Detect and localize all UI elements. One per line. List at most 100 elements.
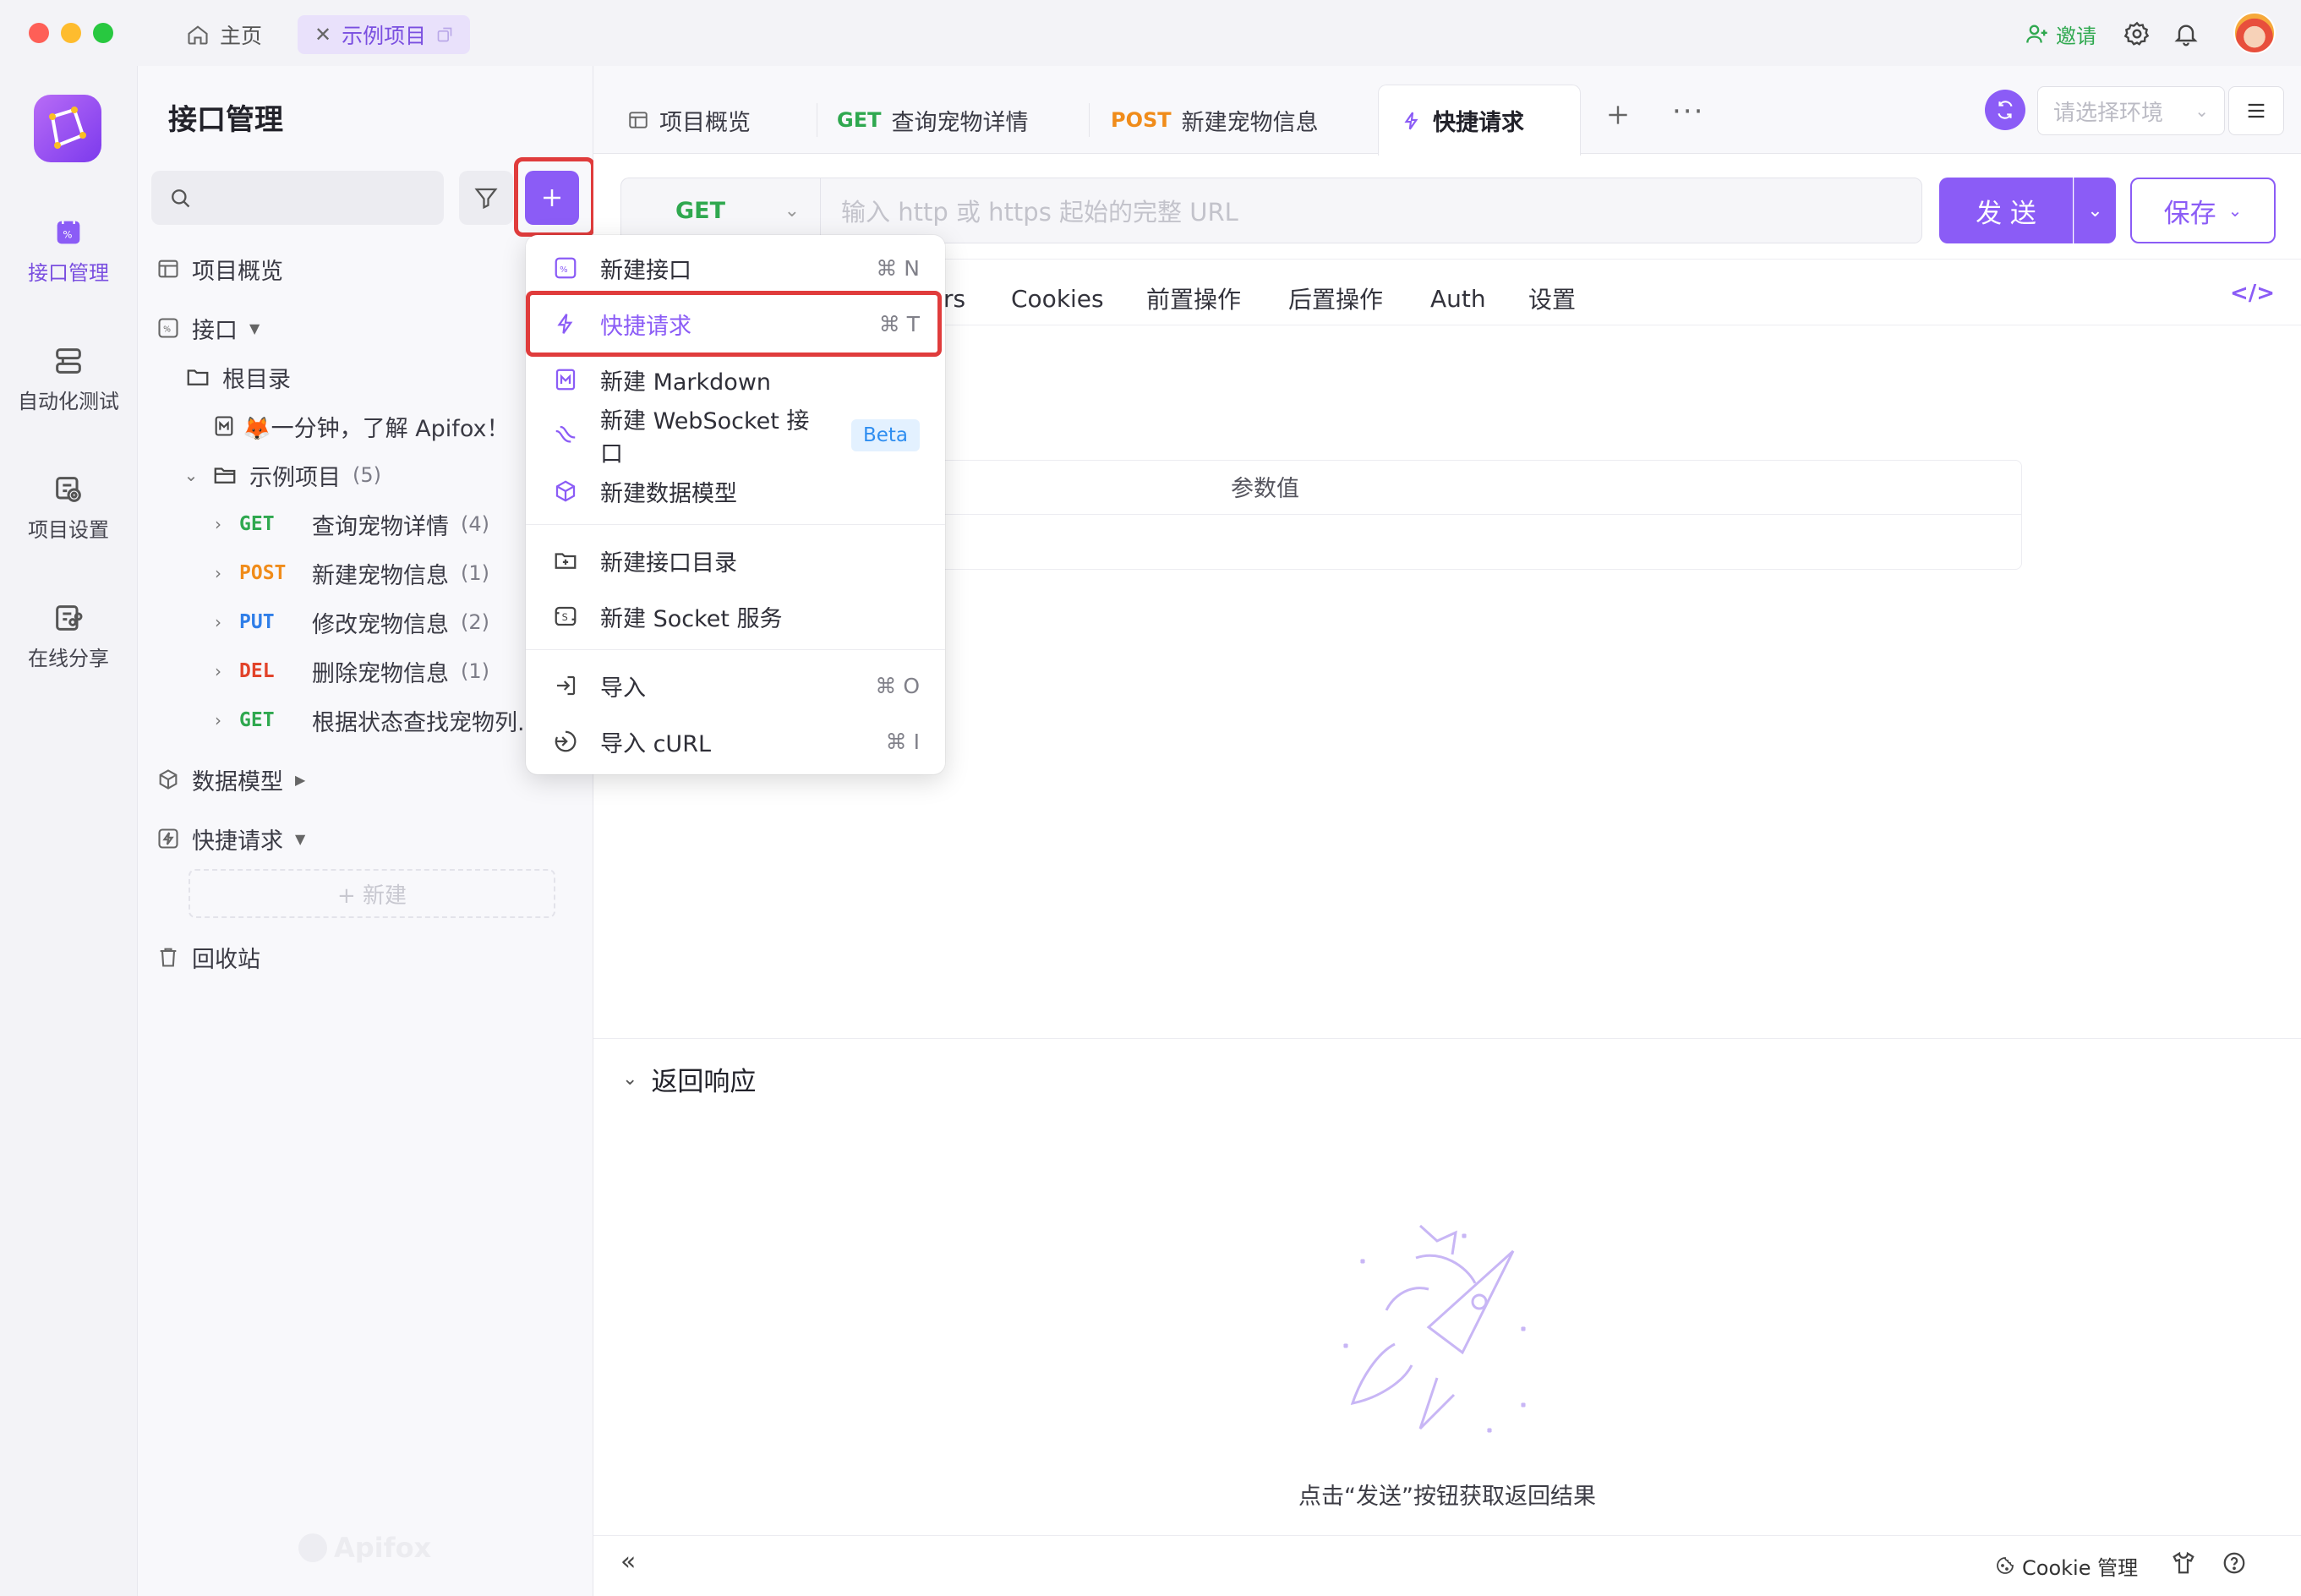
trash-label: 回收站 bbox=[192, 946, 260, 973]
endpoint-count: (2) bbox=[461, 610, 489, 634]
rail-item-automation-test[interactable]: 自动化测试 bbox=[0, 328, 137, 429]
home-tab[interactable]: 主页 bbox=[169, 15, 279, 54]
watermark-label: Apifox bbox=[334, 1532, 432, 1564]
divider bbox=[593, 1038, 2301, 1039]
chevron-right-icon[interactable]: › bbox=[209, 661, 227, 681]
send-options-button[interactable]: ⌄ bbox=[2074, 178, 2116, 243]
sidebar-group-data-models[interactable]: 数据模型 ▶ bbox=[156, 757, 305, 801]
tab-overview[interactable]: 项目概览 bbox=[605, 86, 773, 154]
sidebar-item-overview[interactable]: 项目概览 bbox=[156, 247, 283, 291]
subtab-post-script[interactable]: 后置操作 bbox=[1288, 277, 1383, 320]
project-tab[interactable]: ✕ 示例项目 bbox=[298, 15, 471, 54]
help-icon[interactable] bbox=[2222, 1550, 2247, 1576]
subtab-headers[interactable]: rs bbox=[943, 277, 965, 320]
sidebar-endpoint[interactable]: › DEL 删除宠物信息 (1) bbox=[209, 649, 489, 693]
chevron-right-icon[interactable]: › bbox=[209, 563, 227, 583]
sidebar-endpoint[interactable]: › POST 新建宠物信息 (1) bbox=[209, 551, 489, 595]
folder-count: (5) bbox=[353, 463, 381, 487]
subtab-pre-script[interactable]: 前置操作 bbox=[1146, 277, 1241, 320]
tab-method: GET bbox=[837, 108, 882, 132]
new-quick-request-button[interactable]: + 新建 bbox=[189, 869, 555, 918]
maximize-window-button[interactable] bbox=[93, 23, 113, 43]
minimize-window-button[interactable] bbox=[61, 23, 81, 43]
menu-button[interactable] bbox=[2228, 86, 2284, 135]
close-icon[interactable]: ✕ bbox=[314, 23, 331, 46]
hamburger-icon bbox=[2248, 103, 2265, 118]
tshirt-icon[interactable] bbox=[2171, 1550, 2196, 1576]
response-header[interactable]: ⌄ 返回响应 bbox=[622, 1053, 756, 1104]
caret-down-icon[interactable]: ▼ bbox=[295, 831, 305, 847]
chevron-down-icon[interactable]: ⌄ bbox=[622, 1069, 637, 1090]
sidebar-item-root[interactable]: 根目录 bbox=[185, 355, 291, 399]
save-button[interactable]: 保存 ⌄ bbox=[2130, 178, 2276, 243]
menu-item-new-folder[interactable]: 新建接口目录 bbox=[526, 533, 945, 588]
send-button[interactable]: 发 送 bbox=[1939, 178, 2073, 243]
method-badge: PUT bbox=[239, 611, 275, 633]
home-icon bbox=[188, 25, 208, 45]
tab-post-pet[interactable]: POST 新建宠物信息 bbox=[1089, 86, 1341, 154]
gear-icon[interactable] bbox=[2123, 20, 2151, 47]
invite-button[interactable]: 邀请 bbox=[2025, 19, 2096, 49]
sidebar-item-intro-doc[interactable]: 🦊一分钟，了解 Apifox！ bbox=[212, 404, 509, 448]
env-sync-button[interactable] bbox=[1985, 90, 2025, 130]
folder-open-icon bbox=[214, 467, 236, 484]
tab-get-pet[interactable]: GET 查询宠物详情 bbox=[815, 86, 1050, 154]
sidebar-item-trash[interactable]: 回收站 bbox=[156, 935, 260, 979]
sidebar: 接口管理 项目概览 % 接口 ▼ 根目录 🦊一分钟，了解 Apifox！ ⌄ 示… bbox=[137, 66, 595, 1596]
collapse-sidebar-icon[interactable]: « bbox=[620, 1547, 636, 1577]
beta-badge: Beta bbox=[850, 419, 920, 451]
menu-item-new-markdown[interactable]: 新建 Markdown bbox=[526, 352, 945, 407]
search-input[interactable] bbox=[151, 171, 444, 225]
chevron-right-icon[interactable]: › bbox=[209, 612, 227, 632]
chevron-down-icon[interactable]: ⌄ bbox=[182, 465, 200, 485]
cube-icon bbox=[555, 480, 576, 502]
endpoint-count: (1) bbox=[461, 561, 489, 585]
sidebar-endpoint[interactable]: › GET 根据状态查找宠物列... bbox=[209, 698, 539, 742]
close-window-button[interactable] bbox=[29, 23, 49, 43]
sidebar-endpoint[interactable]: › GET 查询宠物详情 (4) bbox=[209, 502, 489, 546]
markdown-icon bbox=[215, 416, 233, 436]
sidebar-folder-example[interactable]: ⌄ 示例项目 (5) bbox=[182, 453, 381, 497]
chevron-right-icon[interactable]: › bbox=[209, 514, 227, 534]
app-logo bbox=[34, 95, 101, 162]
subtab-settings[interactable]: 设置 bbox=[1528, 277, 1576, 320]
project-settings-icon bbox=[56, 476, 81, 502]
add-tab-button[interactable] bbox=[1604, 101, 1631, 128]
rail-item-online-share[interactable]: 在线分享 bbox=[0, 585, 137, 686]
websocket-icon bbox=[555, 425, 576, 443]
import-circle-icon bbox=[555, 730, 577, 752]
menu-item-new-socket-service[interactable]: S 新建 Socket 服务 bbox=[526, 588, 945, 644]
tab-quick-request[interactable]: 快捷请求 bbox=[1378, 85, 1581, 156]
rail-item-project-settings[interactable]: 项目设置 bbox=[0, 456, 137, 558]
more-tabs-icon[interactable]: ··· bbox=[1672, 95, 1704, 128]
sidebar-group-quick-requests[interactable]: 快捷请求 ▼ bbox=[156, 817, 305, 861]
menu-item-new-api[interactable]: % 新建接口 ⌘ N bbox=[526, 240, 945, 296]
menu-item-label: 新建数据模型 bbox=[600, 480, 737, 507]
import-icon bbox=[557, 675, 576, 696]
caret-right-icon[interactable]: ▶ bbox=[295, 772, 305, 788]
menu-item-new-data-model[interactable]: 新建数据模型 bbox=[526, 463, 945, 519]
filter-button[interactable] bbox=[459, 171, 513, 225]
code-icon[interactable]: </> bbox=[2230, 281, 2275, 306]
response-title: 返回响应 bbox=[651, 1066, 757, 1097]
subtab-auth[interactable]: Auth bbox=[1430, 277, 1486, 320]
bell-icon[interactable] bbox=[2173, 20, 2200, 47]
caret-down-icon[interactable]: ▼ bbox=[249, 320, 260, 336]
avatar[interactable] bbox=[2233, 12, 2276, 54]
root-label: 根目录 bbox=[222, 366, 291, 393]
folder-add-icon bbox=[555, 553, 577, 569]
url-input[interactable]: 输入 http 或 https 起始的完整 URL bbox=[820, 178, 1922, 243]
cookie-manager-button[interactable]: Cookie 管理 bbox=[1995, 1549, 2138, 1582]
menu-item-new-websocket[interactable]: 新建 WebSocket 接口 Beta bbox=[526, 407, 945, 467]
menu-item-import[interactable]: 导入 ⌘ O bbox=[526, 658, 945, 713]
add-button[interactable] bbox=[525, 171, 579, 225]
sidebar-group-api[interactable]: % 接口 ▼ bbox=[156, 306, 260, 350]
chevron-right-icon[interactable]: › bbox=[209, 710, 227, 730]
env-select[interactable]: 请选择环境 ⌄ bbox=[2037, 86, 2225, 135]
menu-item-import-curl[interactable]: 导入 cURL ⌘ I bbox=[526, 713, 945, 769]
subtab-cookies[interactable]: Cookies bbox=[1011, 277, 1104, 320]
external-link-icon[interactable] bbox=[436, 26, 453, 43]
sidebar-endpoint[interactable]: › PUT 修改宠物信息 (2) bbox=[209, 600, 489, 644]
method-select[interactable]: GET ⌄ bbox=[620, 178, 820, 243]
rail-item-api-management[interactable]: % 接口管理 bbox=[0, 200, 137, 301]
